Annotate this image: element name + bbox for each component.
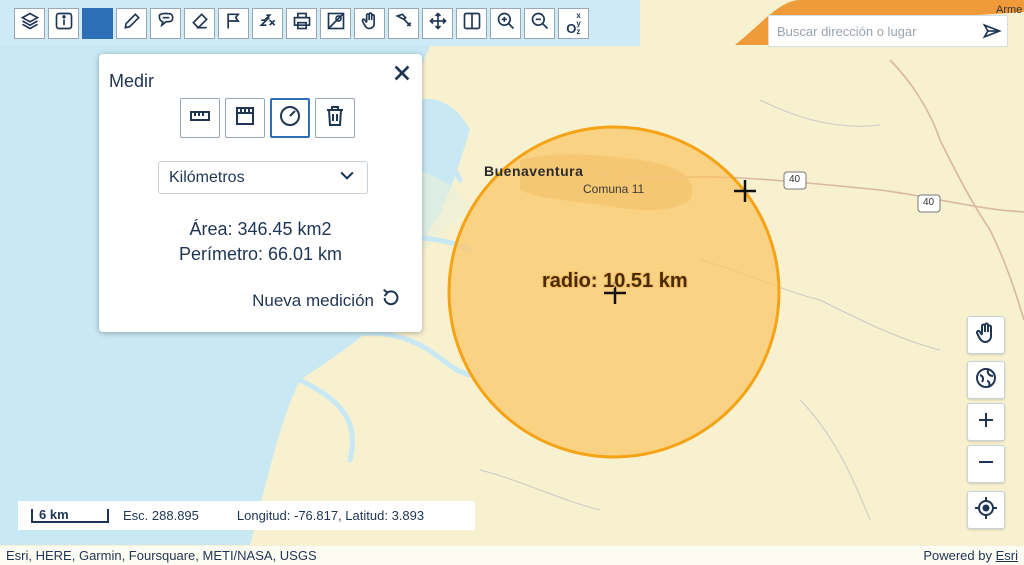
pencil-icon [122, 11, 142, 36]
pan-arrows-icon [428, 11, 448, 36]
info-button[interactable] [48, 8, 79, 39]
new-measurement-label: Nueva medición [252, 290, 374, 310]
radius-gauge-icon [278, 104, 302, 133]
measure-tools [180, 98, 355, 138]
coordinates-readout: Longitud: -76.817, Latitud: 3.893 [236, 508, 425, 523]
plus-icon [974, 408, 998, 437]
xyz-label: O [566, 20, 577, 36]
powered-prefix: Powered by [923, 548, 992, 563]
flag-icon [224, 11, 244, 36]
speech-bubble-icon [156, 11, 176, 36]
road-shield-label-2: 40 [923, 197, 935, 208]
road-shield-label-1: 40 [789, 174, 801, 185]
new-measurement-button[interactable]: Nueva medición [252, 287, 402, 314]
measure-panel: Medir Kilómetros Área: 346.45 km2 Períme… [99, 54, 422, 332]
hand-icon [974, 321, 998, 350]
zoom-in-icon [496, 11, 516, 36]
pan-button[interactable] [422, 8, 453, 39]
measure-radius-button[interactable] [270, 98, 310, 138]
search-input[interactable] [769, 22, 977, 40]
map-pin-button[interactable] [320, 8, 351, 39]
area-result: Área: 346.45 km2 [189, 219, 332, 239]
measure-tool-button[interactable] [82, 8, 113, 39]
layers-button[interactable] [14, 8, 45, 39]
district-label: Comuna 11 [583, 182, 645, 196]
layers-icon [20, 11, 40, 36]
scale-bar: 6 km Esc. 288.895 Longitud: -76.817, Lat… [18, 501, 475, 530]
attribution-bar: Esri, HERE, Garmin, Foursquare, METI/NAS… [0, 546, 1024, 565]
hand-button[interactable] [354, 8, 385, 39]
hand-icon [360, 11, 380, 36]
measure-area-button[interactable] [225, 98, 265, 138]
flag-button[interactable] [218, 8, 249, 39]
esri-link[interactable]: Esri [996, 548, 1018, 563]
ruler-icon [188, 104, 212, 133]
powered-by: Powered by Esri [923, 548, 1018, 563]
locate-button[interactable] [967, 491, 1005, 529]
radius-label: radio: 10.51 km [542, 270, 688, 292]
pan-hand-button[interactable] [967, 316, 1005, 354]
xyz-icon: Oxyz [566, 10, 581, 36]
map-pin-icon [326, 11, 346, 36]
scale-line: 6 km [31, 508, 109, 523]
info-icon [54, 11, 74, 36]
units-value: Kilómetros [169, 168, 245, 186]
comment-button[interactable] [150, 8, 181, 39]
xyz-button[interactable]: Oxyz [558, 8, 589, 39]
split-view-button[interactable] [456, 8, 487, 39]
close-icon [391, 62, 413, 89]
trash-icon [323, 104, 347, 133]
globe-button[interactable] [967, 361, 1005, 399]
crosshair-icon [974, 496, 998, 525]
scale-text: Esc. 288.895 [123, 508, 199, 523]
delete-measure-button[interactable] [315, 98, 355, 138]
eraser-icon [190, 11, 210, 36]
refresh-icon [380, 287, 402, 314]
coordinates-icon [258, 11, 278, 36]
search-box [768, 15, 1008, 47]
coordinates-button[interactable] [252, 8, 283, 39]
erase-button[interactable] [184, 8, 215, 39]
area-icon [233, 104, 257, 133]
tools-icon [394, 11, 414, 36]
toolbar: Oxyz [0, 0, 640, 46]
zoom-out-icon [530, 11, 550, 36]
attribution-sources: Esri, HERE, Garmin, Foursquare, METI/NAS… [6, 548, 317, 563]
perimeter-result: Perímetro: 66.01 km [178, 244, 343, 264]
zoom-in-button[interactable] [967, 403, 1005, 441]
send-icon[interactable] [977, 21, 1007, 41]
city-label: Buenaventura [484, 163, 584, 179]
zoom-out-button[interactable] [967, 445, 1005, 483]
split-view-icon [462, 11, 482, 36]
measure-distance-button[interactable] [180, 98, 220, 138]
print-button[interactable] [286, 8, 317, 39]
close-button[interactable] [388, 61, 416, 89]
tools-button[interactable] [388, 8, 419, 39]
minus-icon [974, 450, 998, 479]
panel-title: Medir [109, 71, 155, 91]
zoom-out-tool-button[interactable] [524, 8, 555, 39]
draw-button[interactable] [116, 8, 147, 39]
globe-icon [974, 366, 998, 395]
units-select[interactable]: Kilómetros [158, 161, 368, 194]
print-icon [292, 11, 312, 36]
chevron-down-icon [337, 165, 357, 190]
zoom-in-tool-button[interactable] [490, 8, 521, 39]
